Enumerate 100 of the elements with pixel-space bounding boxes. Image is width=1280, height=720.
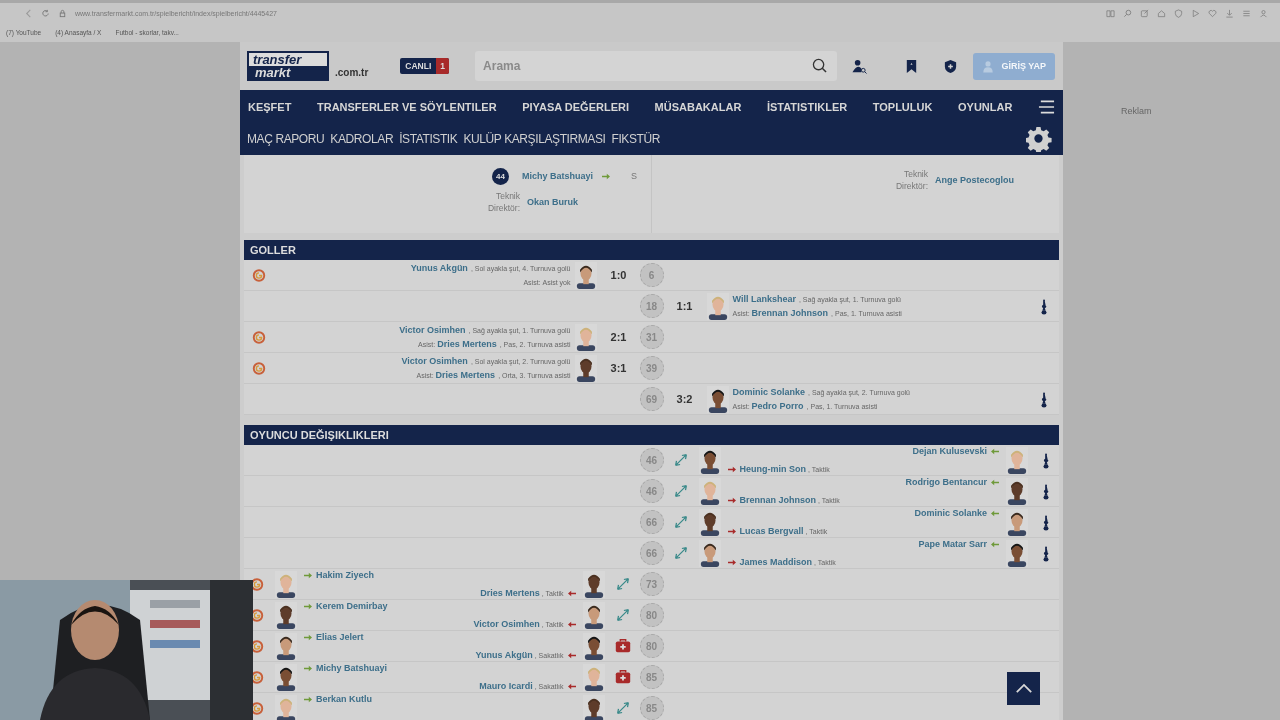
player-out-link[interactable]: Brennan Johnson [739, 495, 816, 505]
minute-clock: 69 [639, 387, 664, 411]
in-arrow-icon [991, 509, 999, 517]
minute-clock: 46 [639, 448, 664, 472]
nav-item[interactable]: MÜSABAKALAR [654, 100, 742, 113]
settings-icon[interactable] [1026, 126, 1052, 152]
out-arrow-icon [727, 558, 736, 566]
minute-clock: 18 [639, 294, 664, 318]
out-arrow-icon [727, 496, 736, 504]
scorer-link[interactable]: Yunus Akgün [410, 262, 468, 274]
in-arrow-icon [304, 571, 312, 579]
player-out-link[interactable]: Victor Osimhen [473, 619, 540, 629]
lock-icon [58, 8, 67, 18]
player-in-link[interactable]: Dominic Solanke [914, 508, 987, 518]
in-arrow-icon [991, 540, 999, 548]
assist-link[interactable]: Dries Mertens [435, 369, 496, 381]
crest-icon[interactable] [250, 668, 264, 686]
search-field[interactable]: Arama [475, 51, 838, 81]
search-icon[interactable] [812, 58, 828, 73]
score: 1:0 [609, 269, 628, 281]
player-out-link[interactable]: Mauro Icardi [479, 681, 533, 691]
in-arrow-icon [991, 478, 999, 486]
player-out-link[interactable]: Dries Mertens [480, 588, 540, 598]
subnav-item[interactable]: KADROLAR [330, 132, 394, 146]
minute-clock: 66 [639, 541, 664, 565]
user-search-icon[interactable] [852, 58, 868, 74]
live-badge[interactable]: CANLI 1 [400, 58, 450, 74]
scroll-to-top-button[interactable] [1007, 672, 1040, 705]
position-label: S [631, 171, 638, 181]
assist-link[interactable]: Pedro Porro [751, 400, 804, 412]
player-in-link[interactable]: Pape Matar Sarr [918, 539, 987, 549]
section-title: GOLLER [244, 240, 1059, 260]
crest-icon[interactable] [250, 575, 264, 593]
chevron-up-icon [1014, 683, 1033, 694]
scorer-link[interactable]: Victor Osimhen [401, 355, 468, 367]
minute-clock: 73 [639, 572, 664, 596]
player-out-link[interactable]: James Maddison [739, 557, 813, 567]
scorer-link[interactable]: Will Lankshear [732, 293, 796, 305]
subnav-item[interactable]: MAÇ RAPORU [247, 132, 325, 146]
out-arrow-icon [727, 465, 736, 473]
subnav-item[interactable]: FIKSTÜR [611, 132, 661, 146]
in-arrow-icon [602, 172, 611, 180]
coach-label: Teknik Direktör: [894, 168, 928, 192]
crest-icon[interactable] [250, 606, 264, 624]
nav-item[interactable]: TOPLULUK [872, 100, 933, 113]
player-out-link[interactable]: Heung-min Son [739, 464, 806, 474]
assist-link[interactable]: Dries Mertens [437, 338, 497, 350]
minute-clock: 85 [639, 665, 664, 689]
coach-link[interactable]: Ange Postecoglou [935, 175, 1014, 185]
minute-clock: 85 [639, 696, 664, 720]
player-in-link[interactable]: Hakim Ziyech [316, 570, 375, 580]
player-out-link[interactable]: Yunus Akgün [475, 650, 533, 660]
crest-icon[interactable] [250, 699, 264, 717]
player-in-link[interactable]: Kerem Demirbay [316, 601, 388, 611]
domain-selector[interactable]: .com.tr [335, 66, 369, 78]
out-arrow-icon [727, 527, 736, 535]
nav-item[interactable]: KEŞFET [248, 100, 292, 113]
coach-link[interactable]: Okan Buruk [527, 197, 578, 207]
site-logo[interactable]: transfer markt [247, 51, 329, 81]
nav-item[interactable]: OYUNLAR [958, 100, 1013, 113]
player-in-link[interactable]: Michy Batshuayi [316, 663, 388, 673]
coach-label: Teknik Direktör: [486, 190, 520, 214]
shirt-number: 44 [492, 167, 509, 185]
minute-clock: 39 [639, 356, 664, 380]
user-icon [982, 59, 995, 73]
in-arrow-icon [304, 633, 312, 641]
menu-icon[interactable] [1037, 99, 1055, 114]
shield-icon[interactable] [943, 58, 959, 74]
score: 3:1 [609, 362, 628, 374]
in-arrow-icon [304, 664, 312, 672]
subnav-item[interactable]: KULÜP KARŞILAŞTIRMASI [463, 132, 606, 146]
first-aid-icon [613, 668, 632, 686]
score: 3:2 [675, 393, 694, 405]
player-in-link[interactable]: Elias Jelert [316, 632, 364, 642]
nav-item[interactable]: İSTATISTIKLER [766, 100, 848, 113]
minute-clock: 31 [639, 325, 664, 349]
crest-icon[interactable] [250, 637, 264, 655]
scorer-link[interactable]: Dominic Solanke [732, 386, 806, 398]
nav-item[interactable]: PIYASA DEĞERLERI [522, 100, 629, 113]
subnav-item[interactable]: İSTATISTIK [399, 132, 458, 146]
player-in-link[interactable]: Rodrigo Bentancur [905, 477, 987, 487]
assist-link[interactable]: Brennan Johnson [751, 307, 829, 319]
player-out-link[interactable]: Lucas Bergvall [739, 526, 804, 536]
in-arrow-icon [304, 602, 312, 610]
out-arrow-icon [567, 651, 576, 659]
score: 1:1 [675, 300, 694, 312]
player-in-link[interactable]: Berkan Kutlu [316, 694, 372, 704]
out-arrow-icon [567, 620, 576, 628]
score: 2:1 [609, 331, 628, 343]
player-in-link[interactable]: Dejan Kulusevski [912, 446, 987, 456]
first-aid-icon [613, 637, 632, 655]
player-link[interactable]: Michy Batshuayi [522, 171, 594, 181]
minute-clock: 80 [639, 603, 664, 627]
minute-clock: 80 [639, 634, 664, 658]
minute-clock: 46 [639, 479, 664, 503]
in-arrow-icon [304, 695, 312, 703]
scorer-link[interactable]: Victor Osimhen [399, 324, 466, 336]
login-button[interactable]: GİRİŞ YAP [973, 52, 1055, 80]
section-title: OYUNCU DEĞIŞIKLIKLERI [244, 425, 1059, 445]
nav-item[interactable]: TRANSFERLER VE SÖYLENTILER [316, 100, 497, 113]
